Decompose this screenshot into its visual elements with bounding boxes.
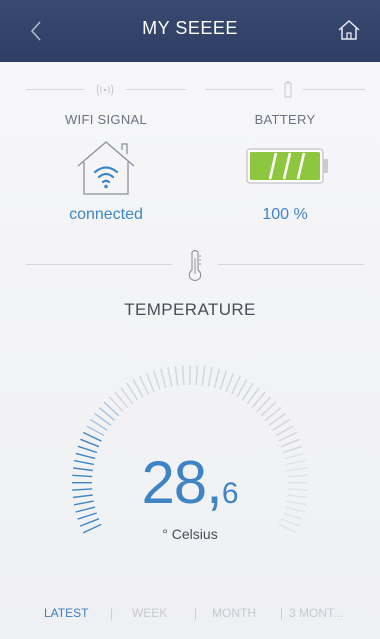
wifi-house-icon	[77, 141, 135, 195]
wifi-status: connected	[69, 206, 143, 223]
app-header: MY SEEEE	[0, 0, 380, 62]
battery-divider	[205, 80, 365, 100]
battery-icon	[246, 148, 330, 184]
divider-line	[26, 264, 172, 265]
gauge-tick	[231, 375, 241, 395]
temperature-title: TEMPERATURE	[124, 300, 256, 319]
gauge-tick	[145, 373, 155, 393]
gauge-tick	[82, 431, 102, 442]
home-button[interactable]	[336, 17, 362, 43]
gauge-tick	[174, 365, 179, 386]
temperature-decimal: 6	[221, 477, 239, 510]
device-screen: MY SEEEE WIFI SIGNAL BATTERY connected 1…	[0, 0, 380, 639]
gauge-tick	[79, 518, 100, 527]
battery-small-icon	[284, 81, 292, 98]
temperature-divider	[26, 249, 364, 284]
thermometer-icon	[188, 249, 202, 282]
divider-line	[126, 89, 186, 90]
gauge-tick	[219, 370, 228, 391]
temperature-integer: 28,	[141, 449, 222, 516]
gauge-tick	[201, 365, 206, 386]
wifi-label: WIFI SIGNAL	[64, 112, 148, 127]
home-icon	[338, 19, 360, 40]
tab-separator: |	[280, 606, 284, 620]
gauge-tick	[195, 365, 199, 386]
tab-separator: |	[110, 606, 114, 620]
divider-line	[26, 89, 84, 90]
gauge-tick	[278, 431, 298, 442]
tab-3-mont[interactable]: 3 MONT...	[289, 606, 343, 620]
gauge-tick	[167, 366, 173, 387]
gauge-tick	[181, 365, 185, 386]
tab-separator: |	[194, 606, 198, 620]
gauge-tick	[280, 438, 300, 448]
tab-month[interactable]: MONTH	[212, 606, 256, 620]
tab-week[interactable]: WEEK	[132, 606, 167, 620]
gauge-tick	[280, 518, 301, 527]
time-range-tabs: LATEST WEEK MONTH 3 MONT... | | |	[0, 606, 380, 626]
page-title: MY SEEEE	[142, 18, 238, 38]
battery-label: BATTERY	[254, 112, 316, 127]
temperature-value: 28,6	[0, 448, 380, 517]
divider-line	[218, 264, 364, 265]
divider-line	[205, 89, 273, 90]
gauge-tick	[225, 373, 235, 393]
wifi-divider	[26, 80, 186, 100]
tab-latest[interactable]: LATEST	[44, 606, 88, 620]
gauge-tick	[207, 366, 213, 387]
temperature-unit: ° Celsius	[162, 526, 218, 542]
gauge-tick	[80, 438, 100, 448]
gauge-tick	[160, 368, 167, 389]
battery-value: 100 %	[262, 206, 308, 223]
gauge-tick	[152, 370, 161, 391]
divider-line	[303, 89, 365, 90]
gauge-tick	[213, 368, 220, 389]
gauge-tick	[139, 375, 149, 395]
wifi-signal-icon	[96, 84, 114, 96]
